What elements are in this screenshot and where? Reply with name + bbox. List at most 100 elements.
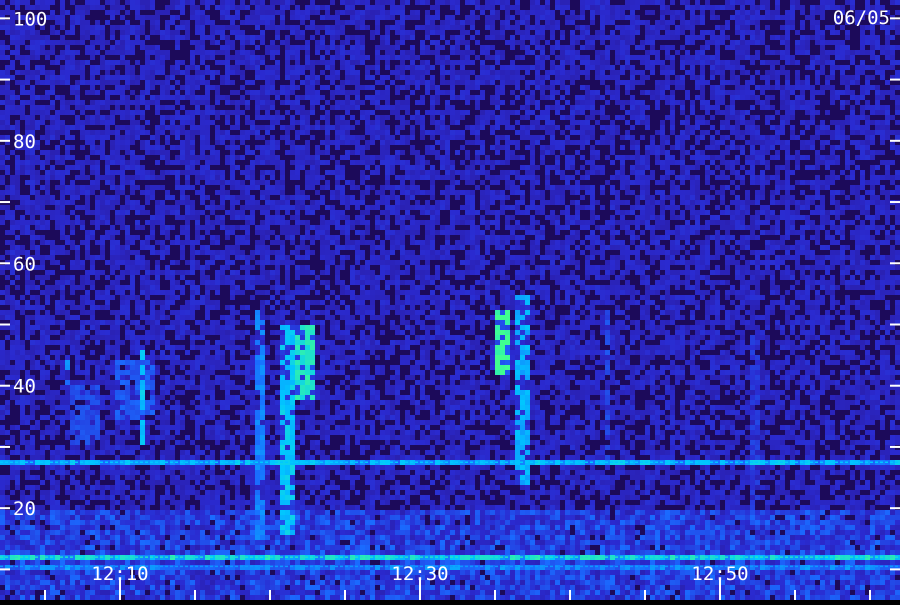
heatmap-cell: [810, 55, 815, 60]
heatmap-cell: [95, 70, 100, 75]
heatmap-cell: [785, 165, 790, 170]
heatmap-cell: [620, 185, 625, 190]
heatmap-cell: [810, 115, 815, 120]
heatmap-cell: [490, 165, 495, 170]
heatmap-cell: [425, 70, 430, 75]
heatmap-cell: [400, 165, 405, 170]
heatmap-cell: [175, 40, 180, 45]
heatmap-cell: [625, 175, 630, 180]
heatmap-cell: [245, 60, 250, 65]
heatmap-cell: [395, 210, 400, 215]
heatmap-cell: [885, 200, 890, 205]
heatmap-cell: [675, 100, 680, 105]
heatmap-cell: [110, 10, 115, 15]
heatmap-cell: [520, 75, 525, 80]
heatmap-cell: [220, 45, 225, 50]
heatmap-cell: [415, 0, 420, 5]
heatmap-cell: [810, 180, 815, 185]
heatmap-cell: [630, 105, 635, 110]
heatmap-cell: [15, 45, 20, 50]
heatmap-cell: [565, 165, 570, 170]
heatmap-cell: [490, 145, 495, 150]
heatmap-cell: [70, 90, 75, 95]
heatmap-cell: [110, 185, 115, 190]
heatmap-cell: [855, 190, 860, 195]
heatmap-cell: [755, 195, 760, 200]
heatmap-cell: [455, 60, 460, 65]
heatmap-cell: [790, 195, 795, 200]
heatmap-cell: [25, 195, 30, 200]
heatmap-cell: [735, 75, 740, 80]
heatmap-cell: [310, 200, 315, 205]
heatmap-cell: [635, 195, 640, 200]
heatmap-cell: [460, 90, 465, 95]
heatmap-cell: [255, 125, 260, 130]
heatmap-cell: [800, 105, 805, 110]
heatmap-cell: [325, 15, 330, 20]
heatmap-cell: [70, 60, 75, 65]
heatmap-cell: [800, 120, 805, 125]
heatmap-cell: [195, 45, 200, 50]
heatmap-cell: [30, 160, 35, 165]
heatmap-cell: [180, 70, 185, 75]
heatmap-cell: [40, 70, 45, 75]
heatmap-cell: [450, 120, 455, 125]
heatmap-cell: [115, 140, 120, 145]
heatmap-cell: [445, 60, 450, 65]
heatmap-cell: [85, 210, 90, 215]
heatmap-cell: [225, 155, 230, 160]
heatmap-cell: [280, 180, 285, 185]
heatmap-cell: [250, 120, 255, 125]
heatmap-cell: [295, 85, 300, 90]
heatmap-cell: [120, 90, 125, 95]
heatmap-cell: [335, 55, 340, 60]
heatmap-cell: [190, 75, 195, 80]
heatmap-cell: [400, 125, 405, 130]
heatmap-cell: [885, 55, 890, 60]
heatmap-cell: [745, 130, 750, 135]
heatmap-cell: [230, 100, 235, 105]
heatmap-cell: [120, 5, 125, 10]
heatmap-cell: [720, 160, 725, 165]
heatmap-cell: [875, 40, 880, 45]
heatmap-cell: [565, 205, 570, 210]
heatmap-cell: [630, 145, 635, 150]
heatmap-cell: [25, 180, 30, 185]
heatmap-cell: [150, 25, 155, 30]
heatmap-cell: [430, 190, 435, 195]
heatmap-cell: [255, 65, 260, 70]
heatmap-cell: [310, 5, 315, 10]
heatmap-cell: [205, 195, 210, 200]
heatmap-cell: [620, 200, 625, 205]
heatmap-cell: [265, 15, 270, 20]
heatmap-cell: [105, 105, 110, 110]
heatmap-cell: [780, 55, 785, 60]
heatmap-cell: [555, 185, 560, 190]
heatmap-cell: [695, 195, 700, 200]
heatmap-cell: [255, 95, 260, 100]
heatmap-cell: [440, 60, 445, 65]
heatmap-cell: [440, 205, 445, 210]
heatmap-cell: [755, 5, 760, 10]
heatmap-cell: [650, 65, 655, 70]
heatmap-cell: [250, 175, 255, 180]
heatmap-cell: [765, 60, 770, 65]
heatmap-cell: [495, 190, 500, 195]
heatmap-cell: [470, 0, 475, 5]
heatmap-cell: [70, 125, 75, 130]
heatmap-cell: [435, 110, 440, 115]
heatmap-cell: [420, 100, 425, 105]
heatmap-cell: [740, 15, 745, 20]
heatmap-cell: [550, 130, 555, 135]
heatmap-cell: [490, 35, 495, 40]
heatmap-cell: [305, 85, 310, 90]
heatmap-cell: [640, 80, 645, 85]
heatmap-cell: [350, 15, 355, 20]
heatmap-cell: [125, 50, 130, 55]
heatmap-cell: [305, 155, 310, 160]
heatmap-cell: [350, 10, 355, 15]
heatmap-cell: [375, 130, 380, 135]
heatmap-cell: [540, 75, 545, 80]
heatmap-cell: [835, 175, 840, 180]
heatmap-cell: [115, 40, 120, 45]
